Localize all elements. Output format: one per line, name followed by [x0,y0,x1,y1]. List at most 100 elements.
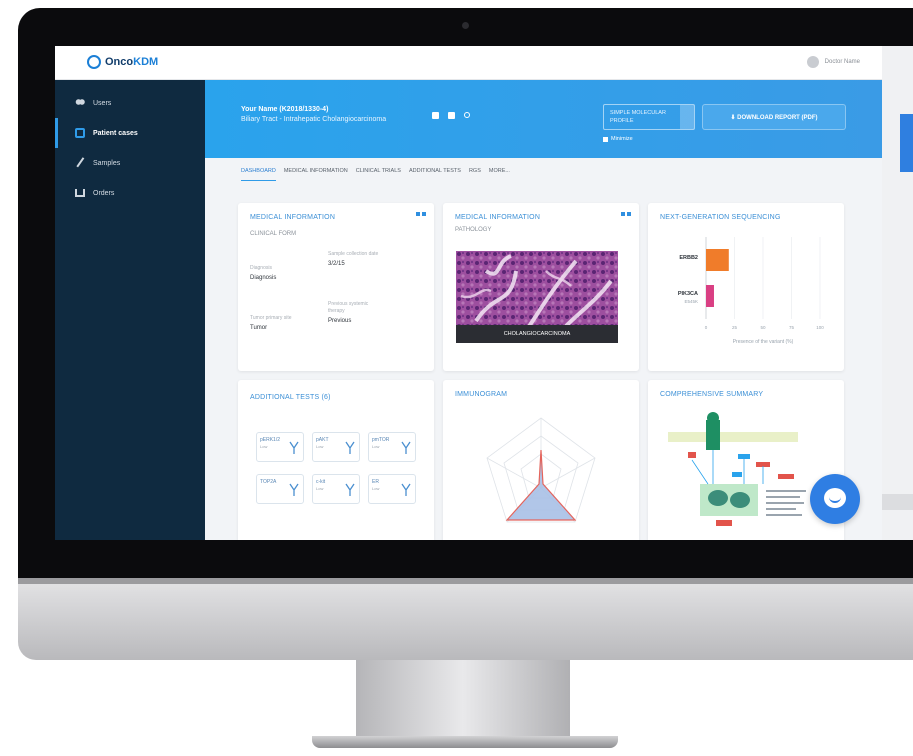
case-title: Your Name (K2018/1330-4) [241,106,329,113]
camera [462,22,469,29]
card-additional-tests[interactable]: ADDITIONAL TESTS (6) pERK1/2 Low pAKT Low pm… [238,380,434,540]
checkbox-label: Minimize [611,136,633,142]
tab-additional-tests[interactable]: ADDITIONAL TESTS [409,168,461,181]
case-header: Your Name (K2018/1330-4) Biliary Tract -… [205,80,882,158]
test-result: Low [316,486,324,491]
folder-icon [75,128,85,138]
bar-erbb2 [706,249,729,271]
bar-pik3ca [706,285,714,307]
field-sample-date: Sample collection date 3/2/15 [328,251,379,267]
logo-text: OncoKDM [105,56,159,68]
test-name: ER [372,479,379,485]
imac-mockup: OncoKDM Doctor Name Users Patient cases … [0,0,913,756]
monitor-stand [356,660,570,738]
card-subtitle: PATHOLOGY [455,227,492,233]
download-report-button[interactable]: ⬇ DOWNLOAD REPORT (PDF) [702,104,846,130]
test-name: TOP2A [260,479,277,485]
sidebar-item-orders[interactable]: Orders [55,178,205,208]
tab-rgs[interactable]: RGS [469,168,481,181]
card-title: MEDICAL INFORMATION [455,214,541,221]
tab-dashboard[interactable]: DASHBOARD [241,168,276,181]
tab-clinical-trials[interactable]: CLINICAL TRIALS [356,168,401,181]
monitor-chin-edge [18,578,913,584]
cart-icon [75,189,85,197]
edge-accent [900,114,913,172]
sidebar-item-label: Users [93,99,112,107]
tab-bar: DASHBOARD MEDICAL INFORMATION CLINICAL T… [241,168,510,181]
test-tile[interactable]: pmTOR Low [368,432,416,462]
card-title: NEXT-GENERATION SEQUENCING [660,214,781,221]
antibody-icon [345,483,355,496]
card-title: ADDITIONAL TESTS (6) [250,394,331,401]
variant-label: E545K [684,299,698,304]
card-clinical-form[interactable]: MEDICAL INFORMATION CLINICAL FORM Diagno… [238,203,434,371]
card-title: MEDICAL INFORMATION [250,214,336,221]
save-icon[interactable] [432,112,439,119]
monitor-chin [18,578,913,660]
pathology-image[interactable]: CHOLANGIOCARCINOMA [456,251,618,343]
pathway-diagram [668,412,806,526]
edge-divider [882,494,913,510]
antibody-icon [289,441,299,454]
top-bar: OncoKDM Doctor Name [55,46,882,80]
test-name: pAKT [316,437,329,443]
ngs-chart: ERBB2 PIK3CA E545K 0 25 50 75 100 Presence of th… [678,237,824,345]
test-tile[interactable]: pAKT Low [312,432,360,462]
profile-select[interactable]: SIMPLE MOLECULAR PROFILE [603,104,695,130]
test-result: Low [316,444,324,449]
field-diagnosis: Diagnosis Diagnosis [250,265,277,281]
chevron-down-icon [680,105,694,129]
checkbox-icon [603,136,608,142]
pipette-icon [76,156,88,170]
tab-medical-information[interactable]: MEDICAL INFORMATION [284,168,348,181]
gene-label: PIK3CA [678,291,698,297]
sidebar-item-label: Orders [93,189,115,197]
immunogram-radar [486,417,596,523]
case-actions [432,112,470,119]
share-icon[interactable] [464,112,470,118]
chat-button[interactable] [810,474,860,524]
antibody-icon [401,483,411,496]
card-toggle-icon[interactable] [621,212,631,216]
card-immunogram[interactable]: IMMUNOGRAM [443,380,639,540]
logo-icon [87,55,101,69]
x-tick-label: 75 [789,325,795,330]
test-tile[interactable]: ER Low [368,474,416,504]
card-summary[interactable]: COMPREHENSIVE SUMMARY [648,380,844,540]
test-tile[interactable]: pERK1/2 Low [256,432,304,462]
user-name: Doctor Name [824,59,860,65]
card-ngs[interactable]: NEXT-GENERATION SEQUENCING ERBB2 PIK3CA E5… [648,203,844,371]
card-pathology[interactable]: MEDICAL INFORMATION PATHOLOGY CHOLANGIOC… [443,203,639,371]
test-tile[interactable]: c-kit Low [312,474,360,504]
app-logo[interactable]: OncoKDM [87,55,158,69]
sidebar-item-users[interactable]: Users [55,88,205,118]
immunogram-area [505,449,577,521]
sidebar: Users Patient cases Samples Orders [55,80,205,540]
card-toggle-icon[interactable] [416,212,426,216]
x-tick-label: 25 [732,325,738,330]
comment-icon[interactable] [448,112,455,119]
antibody-icon [345,441,355,454]
sidebar-item-patient-cases[interactable]: Patient cases [55,118,205,148]
chat-icon [824,488,846,508]
sidebar-item-samples[interactable]: Samples [55,148,205,178]
x-axis-label: Presence of the variant (%) [733,339,794,345]
case-subtitle: Biliary Tract - Intrahepatic Cholangioca… [241,116,387,123]
tab-more[interactable]: MORE... [489,168,510,181]
minimize-checkbox[interactable]: Minimize [603,136,633,142]
x-tick-label: 100 [816,325,824,330]
card-subtitle: CLINICAL FORM [250,231,297,237]
test-name: pmTOR [372,437,390,443]
screen-edge [882,46,913,540]
avatar-icon [806,56,819,68]
profile-select-value: SIMPLE MOLECULAR PROFILE [610,110,666,124]
pathology-caption: CHOLANGIOCARCINOMA [456,325,618,343]
user-menu[interactable]: Doctor Name [806,56,860,68]
users-icon [75,98,85,108]
gene-label: ERBB2 [679,255,698,261]
test-result: Low [372,444,380,449]
app-screen: OncoKDM Doctor Name Users Patient cases … [55,46,882,540]
test-tile[interactable]: TOP2A [256,474,304,504]
antibody-icon [401,441,411,454]
field-tumor-site: Tumor primary site Tumor [250,315,292,331]
